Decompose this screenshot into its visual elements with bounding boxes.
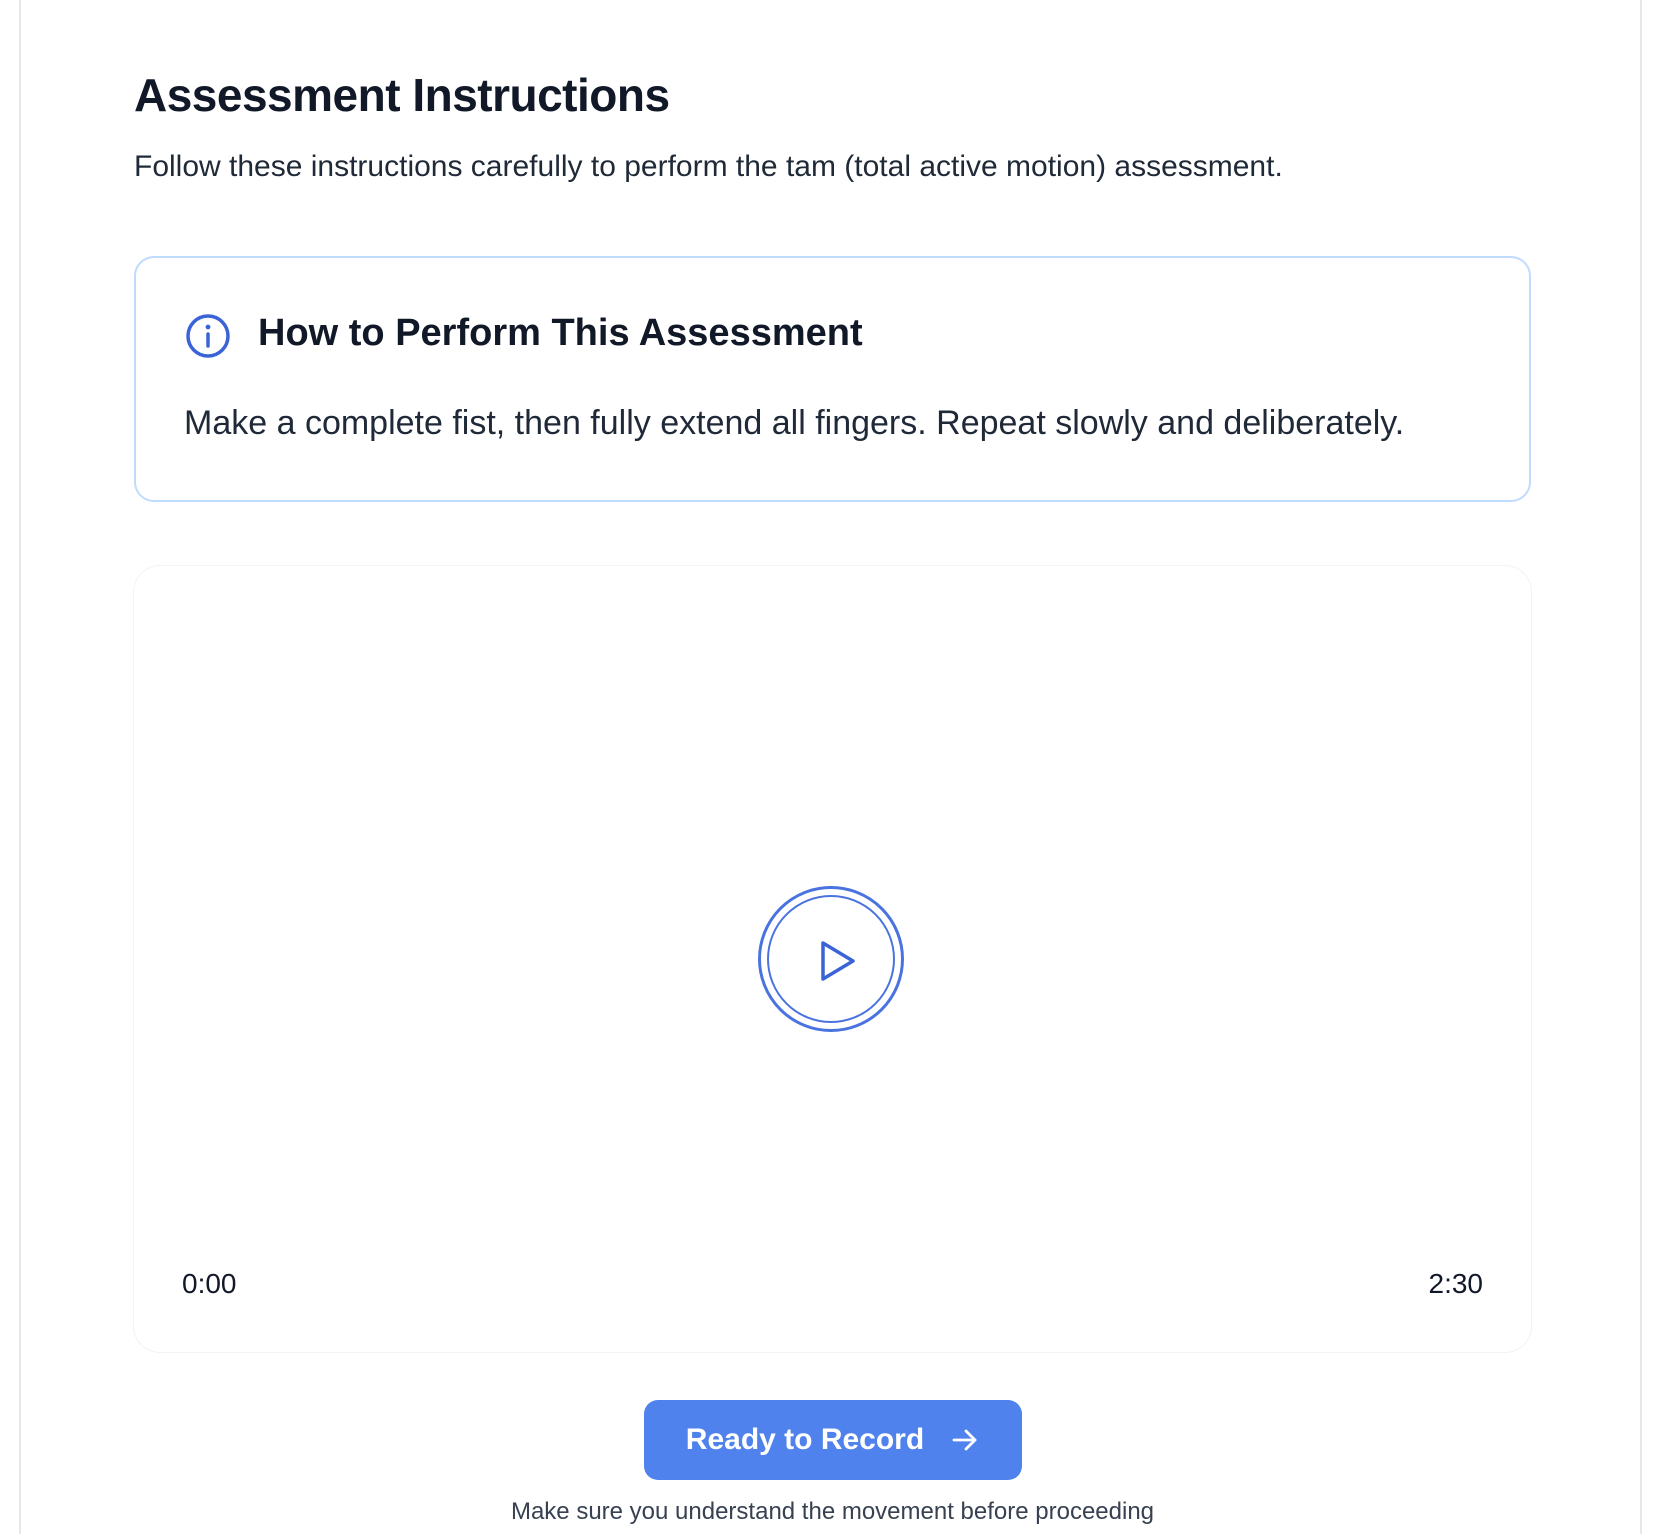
page: Assessment Instructions Follow these ins…	[0, 0, 1660, 1534]
play-button[interactable]	[758, 886, 904, 1032]
instructions-text: Make a complete fist, then fully extend …	[184, 404, 1405, 442]
play-icon	[821, 941, 855, 981]
instructions-panel: How to Perform This Assessment Make a co…	[134, 256, 1531, 502]
video-player[interactable]: 0:00 2:30	[134, 566, 1531, 1352]
ready-to-record-button[interactable]: Ready to Record	[644, 1400, 1022, 1480]
instructions-title: How to Perform This Assessment	[258, 312, 863, 354]
assessment-card: Assessment Instructions Follow these ins…	[19, 0, 1642, 1534]
page-subtitle: Follow these instructions carefully to p…	[134, 150, 1283, 183]
record-hint: Make sure you understand the movement be…	[510, 1498, 1155, 1525]
page-title: Assessment Instructions	[134, 69, 670, 121]
info-icon	[186, 314, 230, 358]
arrow-right-icon	[952, 1429, 977, 1451]
ready-to-record-label: Ready to Record	[685, 1423, 925, 1456]
total-time: 2:30	[1428, 1268, 1484, 1299]
current-time: 0:00	[182, 1268, 237, 1299]
